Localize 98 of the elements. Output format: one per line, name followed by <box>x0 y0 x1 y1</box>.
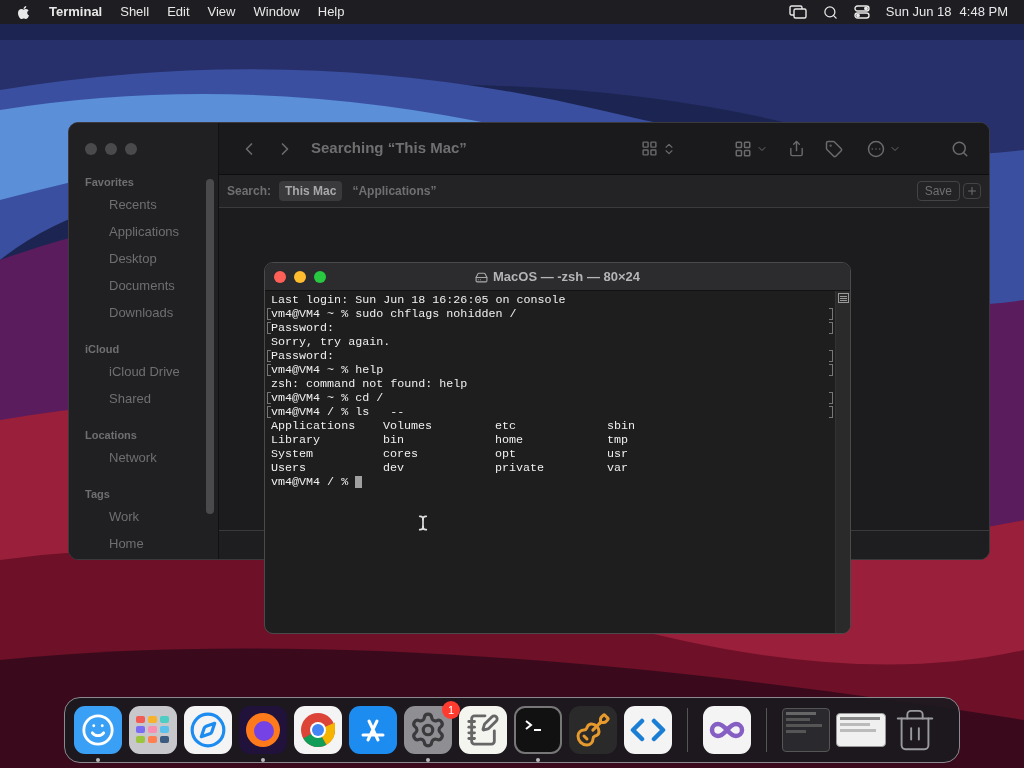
sidebar-heading: Locations <box>85 428 138 442</box>
window-thumbnail[interactable] <box>836 713 886 747</box>
sidebar-item[interactable]: Downloads <box>85 305 180 332</box>
guitar-app-icon[interactable] <box>569 706 617 754</box>
window-thumbnail[interactable] <box>782 708 830 752</box>
scope-button[interactable]: “Applications” <box>346 181 443 201</box>
terminal-line: vm4@VM4 / % ls -- <box>271 405 405 419</box>
line-mark <box>267 392 271 404</box>
group-icon[interactable] <box>734 139 752 158</box>
infinity-app-icon[interactable] <box>703 706 751 754</box>
running-indicator <box>426 758 430 762</box>
listing-entry: Users <box>271 461 308 475</box>
line-mark <box>829 322 833 334</box>
face-app-icon[interactable] <box>74 706 122 754</box>
terminal-app-icon[interactable] <box>514 706 562 754</box>
listing-entry: Volumes <box>383 419 434 433</box>
sidebar-heading: iCloud <box>85 342 121 356</box>
apple-icon[interactable] <box>16 4 31 20</box>
scrollbar[interactable] <box>206 179 214 514</box>
listing-entry: bin <box>383 433 406 447</box>
listing-entry: private <box>495 461 546 475</box>
running-indicator <box>536 758 540 762</box>
terminal-line: vm4@VM4 ~ % cd / <box>271 391 384 405</box>
line-mark <box>829 406 833 418</box>
line-mark <box>267 406 271 418</box>
menu-item[interactable]: View <box>207 2 236 22</box>
sidebar-heading: Favorites <box>85 175 135 189</box>
listing-entry: tmp <box>607 433 630 447</box>
listing-entry: home <box>495 433 525 447</box>
notification-badge: 1 <box>442 701 460 719</box>
line-mark <box>267 308 271 320</box>
terminal-line: Password: <box>271 321 335 335</box>
terminal-line: Password: <box>271 349 335 363</box>
terminal-line: Last login: Sun Jun 18 16:26:05 on console <box>271 293 566 307</box>
listing-entry: Applications <box>271 419 357 433</box>
menu-time[interactable]: 4:48 PM <box>959 2 1008 22</box>
running-indicator <box>261 758 265 762</box>
running-indicator <box>96 758 100 762</box>
more-icon[interactable] <box>867 139 885 158</box>
gear-app-icon[interactable] <box>404 706 452 754</box>
marks-icon[interactable] <box>837 293 849 303</box>
line-mark <box>829 350 833 362</box>
app-name[interactable]: Terminal <box>49 2 103 22</box>
line-mark <box>267 322 271 334</box>
terminal-title: MacOS — -zsh — 80×24 <box>493 268 640 287</box>
terminal-line: zsh: command not found: help <box>271 377 468 391</box>
screen-mirroring-icon[interactable] <box>788 5 807 19</box>
plus-icon <box>966 185 978 197</box>
terminal-line: vm4@VM4 ~ % sudo chflags nohidden / <box>271 307 517 321</box>
notepad-app-icon[interactable] <box>459 706 507 754</box>
sidebar-item[interactable]: Recents <box>85 197 180 224</box>
line-mark <box>829 364 833 376</box>
sidebar-item[interactable]: Network <box>85 450 180 477</box>
search-icon[interactable] <box>822 4 838 20</box>
minimize-button[interactable] <box>294 270 306 283</box>
listing-entry: dev <box>383 461 406 475</box>
terminal-prompt: vm4@VM4 / % <box>271 475 349 489</box>
line-mark <box>829 392 833 404</box>
menu-item[interactable]: Shell <box>120 2 150 22</box>
text-cursor <box>355 476 363 488</box>
listing-entry: var <box>607 461 630 475</box>
line-mark <box>829 308 833 320</box>
sidebar-item[interactable]: Shared <box>85 391 180 418</box>
search-label: Search: <box>227 183 272 200</box>
save-button[interactable]: Save <box>916 181 960 201</box>
menu-item[interactable]: Window <box>253 2 300 22</box>
sidebar-item[interactable]: Desktop <box>85 251 180 278</box>
control-center-icon[interactable] <box>853 5 870 19</box>
menu-item[interactable]: Edit <box>167 2 190 22</box>
grid-app-icon[interactable] <box>129 706 177 754</box>
sidebar-item[interactable]: Work <box>85 509 180 536</box>
compass-app-icon[interactable] <box>184 706 232 754</box>
zoom-button[interactable] <box>314 270 326 283</box>
listing-entry: usr <box>607 447 630 461</box>
line-mark <box>267 350 271 362</box>
sidebar-item[interactable]: Documents <box>85 278 180 305</box>
terminal-line: vm4@VM4 ~ % help <box>271 363 384 377</box>
window-title: Searching “This Mac” <box>311 138 467 159</box>
listing-entry: opt <box>495 447 518 461</box>
menu-date[interactable]: Sun Jun 18 <box>885 2 952 22</box>
scope-button[interactable]: This Mac <box>279 181 343 201</box>
code-app-icon[interactable] <box>624 706 672 754</box>
line-mark <box>267 364 271 376</box>
sidebar-heading: Tags <box>85 487 111 501</box>
share-icon[interactable] <box>788 140 805 157</box>
sidebar-item[interactable]: Home <box>85 536 180 559</box>
grid-view-icon[interactable] <box>641 140 658 157</box>
tag-icon[interactable] <box>825 139 843 158</box>
listing-entry: etc <box>495 419 518 433</box>
listing-entry: sbin <box>607 419 637 433</box>
menu-item[interactable]: Help <box>317 2 345 22</box>
listing-entry: cores <box>383 447 420 461</box>
close-button[interactable] <box>274 270 286 283</box>
sidebar-item[interactable]: iCloud Drive <box>85 364 180 391</box>
listing-entry: System <box>271 447 315 461</box>
listing-entry: Library <box>271 433 322 447</box>
sidebar-item[interactable]: Applications <box>85 224 180 251</box>
terminal-line: Sorry, try again. <box>271 335 391 349</box>
